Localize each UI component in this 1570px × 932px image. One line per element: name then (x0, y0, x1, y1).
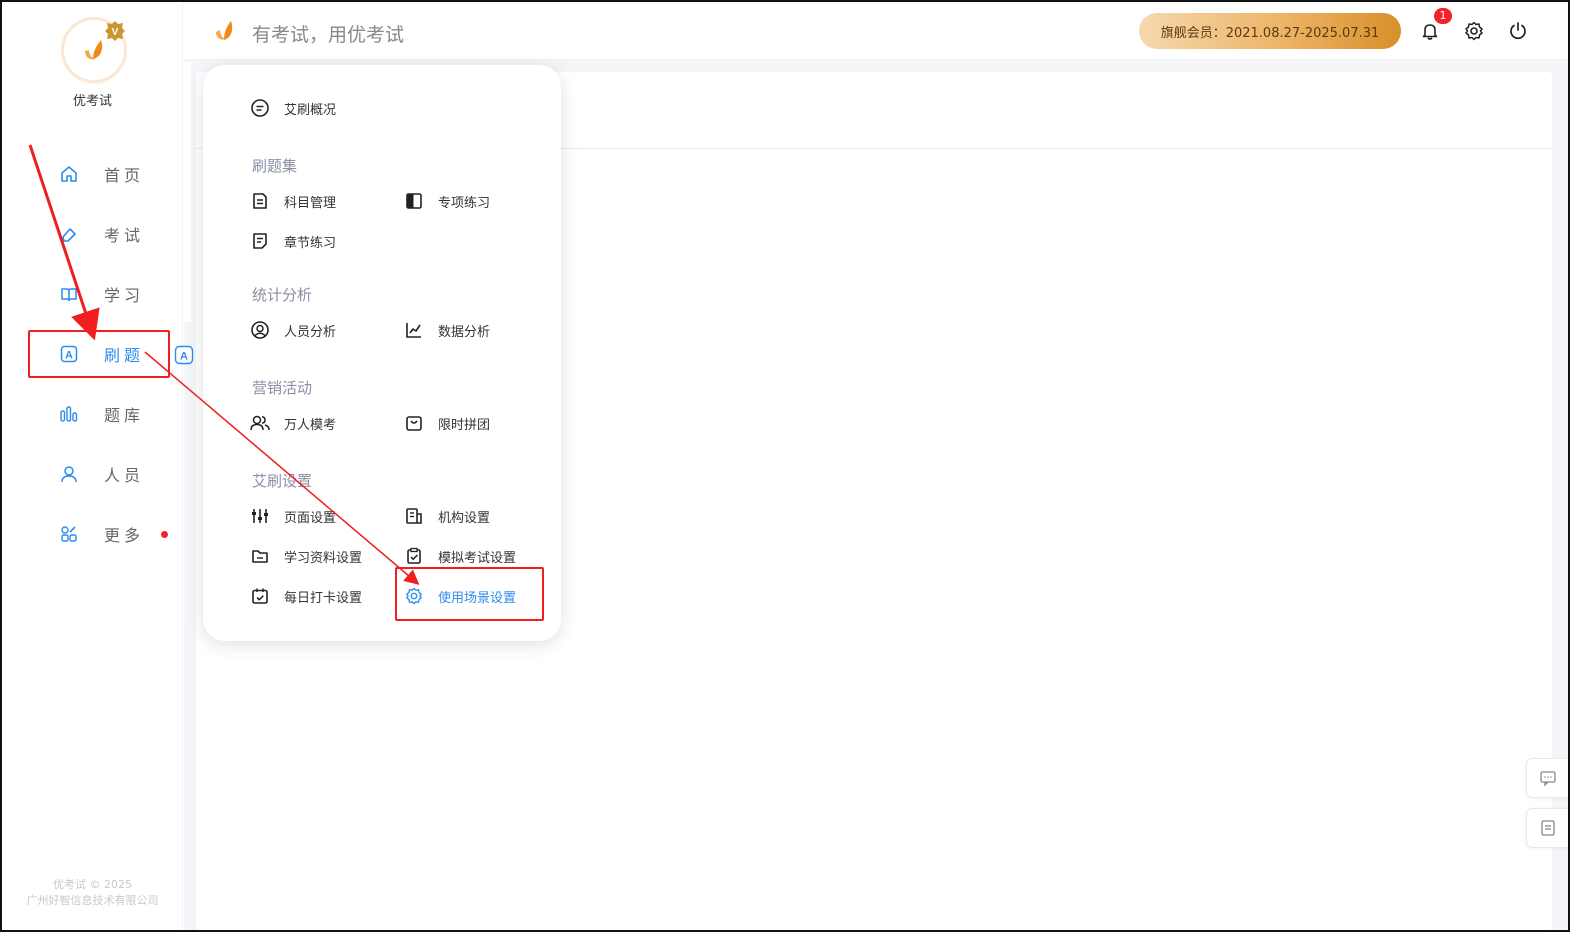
menu-item-label: 章节练习 (284, 235, 337, 251)
practice-popup-menu: 艾刷概况 刷题集 科目管理 专项练习 章节练习 统计分析 人员分析 数据分析 营… (203, 65, 561, 641)
menu-item-org-settings[interactable]: 机构设置 (404, 504, 490, 528)
sidebar-item-label: 更多 (104, 526, 145, 545)
menu-item-label: 页面设置 (284, 510, 337, 526)
menu-item-daily-checkin-settings[interactable]: 每日打卡设置 (250, 584, 362, 608)
annotation-box-practice (28, 330, 170, 378)
submenu-strip (183, 62, 191, 322)
sidebar-item-label: 人员 (104, 466, 145, 485)
menu-item-label: 学习资料设置 (284, 550, 363, 566)
svg-text:A: A (180, 351, 188, 363)
group-icon (250, 413, 270, 433)
vip-badge-icon: V (105, 21, 125, 41)
user-circle-icon (250, 320, 270, 340)
leaf-logo-icon (216, 21, 233, 40)
section-title-marketing: 营销活动 (252, 379, 313, 397)
sidebar-item-home[interactable]: 首页 (2, 154, 183, 194)
sliders-icon (250, 506, 270, 526)
menu-item-mock-exam-settings[interactable]: 模拟考试设置 (404, 544, 516, 568)
menu-item-special-practice[interactable]: 专项练习 (404, 189, 490, 213)
menu-item-label: 限时拼团 (438, 417, 491, 433)
line-chart-icon (404, 320, 424, 340)
member-badge[interactable]: 旗舰会员：2021.08.27-2025.07.31 (1139, 13, 1401, 49)
brand-name: 优考试 (72, 94, 112, 109)
half-square-icon (404, 191, 424, 211)
copyright-line: 优考试 © 2025 (53, 878, 132, 891)
sidebar-item-study[interactable]: 学习 (2, 274, 183, 314)
copyright: 优考试 © 2025 广州好智信息技术有限公司 (2, 877, 183, 909)
home-icon (58, 163, 80, 185)
section-title-statistics: 统计分析 (252, 286, 313, 304)
bars-icon (58, 403, 80, 425)
menu-item-label: 机构设置 (438, 510, 491, 526)
sidebar-item-users[interactable]: 人员 (2, 454, 183, 494)
menu-item-label: 科目管理 (284, 195, 337, 211)
gear-icon[interactable] (1462, 19, 1486, 43)
apps-icon (58, 523, 80, 545)
clipboard-check-icon (404, 546, 424, 566)
menu-item-chapter-practice[interactable]: 章节练习 (250, 229, 336, 253)
menu-item-study-material-settings[interactable]: 学习资料设置 (250, 544, 362, 568)
sidebar-item-label: 题库 (104, 406, 145, 425)
menu-item-label: 专项练习 (438, 195, 491, 211)
menu-item-mass-mock-exam[interactable]: 万人模考 (250, 411, 336, 435)
folder-icon (250, 546, 270, 566)
sidebar-item-question-bank[interactable]: 题库 (2, 394, 183, 434)
user-icon (58, 463, 80, 485)
annotation-box-scene-settings (395, 567, 544, 621)
eraser-icon (58, 223, 80, 245)
shopping-bag-icon (404, 413, 424, 433)
company-name: 广州好智信息技术有限公司 (26, 894, 159, 907)
note-icon (250, 231, 270, 251)
notification-count-badge: 1 (1434, 8, 1452, 24)
calendar-check-icon (250, 586, 270, 606)
document-icon (1540, 820, 1555, 836)
menu-item-label: 万人模考 (284, 417, 337, 433)
letter-a-icon[interactable]: A (174, 345, 194, 365)
doc-lines-icon (250, 191, 270, 211)
book-icon (58, 283, 80, 305)
sidebar-item-more[interactable]: 更多 (2, 514, 183, 554)
document-button[interactable] (1526, 808, 1568, 848)
section-title-question-sets: 刷题集 (252, 157, 298, 175)
menu-item-group-buy[interactable]: 限时拼团 (404, 411, 490, 435)
menu-item-page-settings[interactable]: 页面设置 (250, 504, 336, 528)
chat-icon (1539, 771, 1556, 787)
menu-item-label: 模拟考试设置 (438, 550, 517, 566)
overview-icon (250, 98, 270, 118)
new-indicator-dot (161, 530, 168, 538)
sidebar-item-label: 学习 (104, 286, 145, 305)
menu-item-label: 艾刷概况 (284, 102, 337, 118)
sidebar-item-exam[interactable]: 考试 (2, 214, 183, 254)
menu-item-overview[interactable]: 艾刷概况 (250, 96, 336, 120)
top-header: 有考试，用优考试 旗舰会员：2021.08.27-2025.07.31 1 (184, 2, 1568, 60)
header-slogan: 有考试，用优考试 (252, 24, 405, 46)
menu-item-data-analysis[interactable]: 数据分析 (404, 318, 490, 342)
menu-item-user-analysis[interactable]: 人员分析 (250, 318, 336, 342)
sidebar-item-label: 首页 (104, 166, 145, 185)
section-title-settings: 艾刷设置 (252, 472, 313, 490)
sidebar: V 优考试 首页 考试 学习 A 刷题 题库 人员 更多 优考试 © 2025 … (2, 2, 183, 930)
building-doc-icon (404, 506, 424, 526)
menu-item-subject-management[interactable]: 科目管理 (250, 189, 336, 213)
power-icon[interactable] (1506, 19, 1530, 43)
feedback-button[interactable] (1526, 758, 1568, 798)
menu-item-label: 每日打卡设置 (284, 590, 363, 606)
svg-text:V: V (112, 27, 119, 38)
menu-item-label: 数据分析 (438, 324, 491, 340)
sidebar-item-label: 考试 (104, 226, 145, 245)
menu-item-label: 人员分析 (284, 324, 337, 340)
